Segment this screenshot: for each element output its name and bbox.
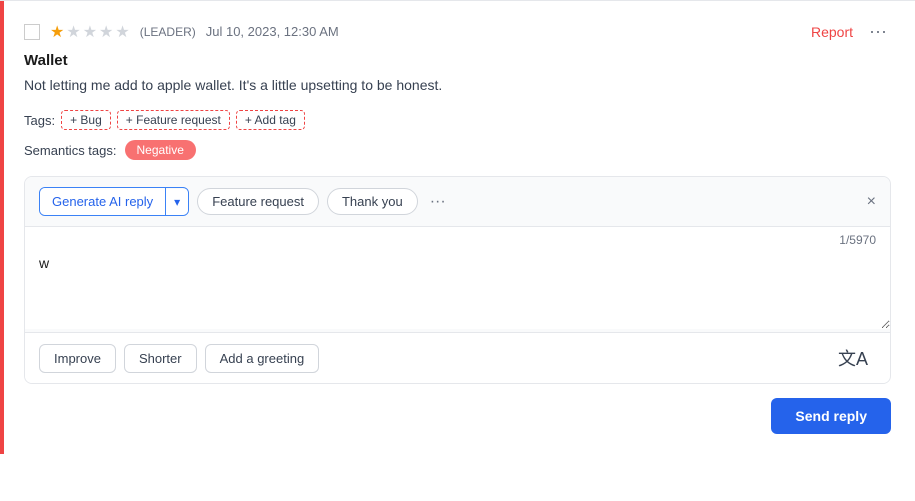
tag-feature-request[interactable]: + Feature request xyxy=(117,110,230,130)
generate-ai-reply-button[interactable]: Generate AI reply ▾ xyxy=(39,187,189,216)
close-reply-button[interactable]: × xyxy=(867,193,876,211)
add-greeting-button[interactable]: Add a greeting xyxy=(205,344,320,373)
send-reply-button[interactable]: Send reply xyxy=(771,398,891,434)
negative-badge: Negative xyxy=(125,140,196,160)
semantics-row: Semantics tags: Negative xyxy=(24,140,891,160)
send-row: Send reply xyxy=(24,384,891,434)
header-row: ★ ★ ★ ★ ★ (LEADER) Jul 10, 2023, 12:30 A… xyxy=(24,21,891,42)
select-checkbox[interactable] xyxy=(24,24,40,40)
action-row: Improve Shorter Add a greeting 文A xyxy=(25,332,890,383)
tag-bug[interactable]: + Bug xyxy=(61,110,111,130)
card-accent-border xyxy=(0,1,4,454)
chip-thank-you[interactable]: Thank you xyxy=(327,188,418,215)
more-options-button[interactable]: ··· xyxy=(865,21,891,42)
header-left: ★ ★ ★ ★ ★ (LEADER) Jul 10, 2023, 12:30 A… xyxy=(24,22,339,42)
star-4: ★ xyxy=(99,22,113,42)
review-body: Not letting me add to apple wallet. It's… xyxy=(24,75,891,96)
reply-section: Generate AI reply ▾ Feature request Than… xyxy=(24,176,891,384)
shorter-button[interactable]: Shorter xyxy=(124,344,197,373)
generate-ai-reply-dropdown[interactable]: ▾ xyxy=(166,189,188,215)
star-rating: ★ ★ ★ ★ ★ xyxy=(50,22,130,42)
reply-toolbar: Generate AI reply ▾ Feature request Than… xyxy=(25,177,890,227)
star-3: ★ xyxy=(83,22,97,42)
report-button[interactable]: Report xyxy=(811,24,853,40)
star-1: ★ xyxy=(50,22,64,42)
chip-feature-request[interactable]: Feature request xyxy=(197,188,319,215)
semantics-label: Semantics tags: xyxy=(24,143,117,158)
translate-button[interactable]: 文A xyxy=(830,341,876,375)
reply-textarea[interactable]: w xyxy=(25,249,890,329)
review-title: Wallet xyxy=(24,52,891,69)
review-date: Jul 10, 2023, 12:30 AM xyxy=(206,24,339,39)
review-card: ★ ★ ★ ★ ★ (LEADER) Jul 10, 2023, 12:30 A… xyxy=(0,0,915,454)
tags-row: Tags: + Bug + Feature request + Add tag xyxy=(24,110,891,130)
improve-button[interactable]: Improve xyxy=(39,344,116,373)
char-count: 1/5970 xyxy=(839,233,876,247)
leader-badge: (LEADER) xyxy=(140,25,196,39)
header-right: Report ··· xyxy=(811,21,891,42)
more-chips-button[interactable]: ··· xyxy=(426,193,450,211)
star-5: ★ xyxy=(115,22,129,42)
add-tag-button[interactable]: + Add tag xyxy=(236,110,305,130)
char-count-row: 1/5970 xyxy=(25,227,890,249)
generate-ai-reply-main[interactable]: Generate AI reply xyxy=(40,188,166,215)
star-2: ★ xyxy=(66,22,80,42)
tags-label: Tags: xyxy=(24,113,55,128)
